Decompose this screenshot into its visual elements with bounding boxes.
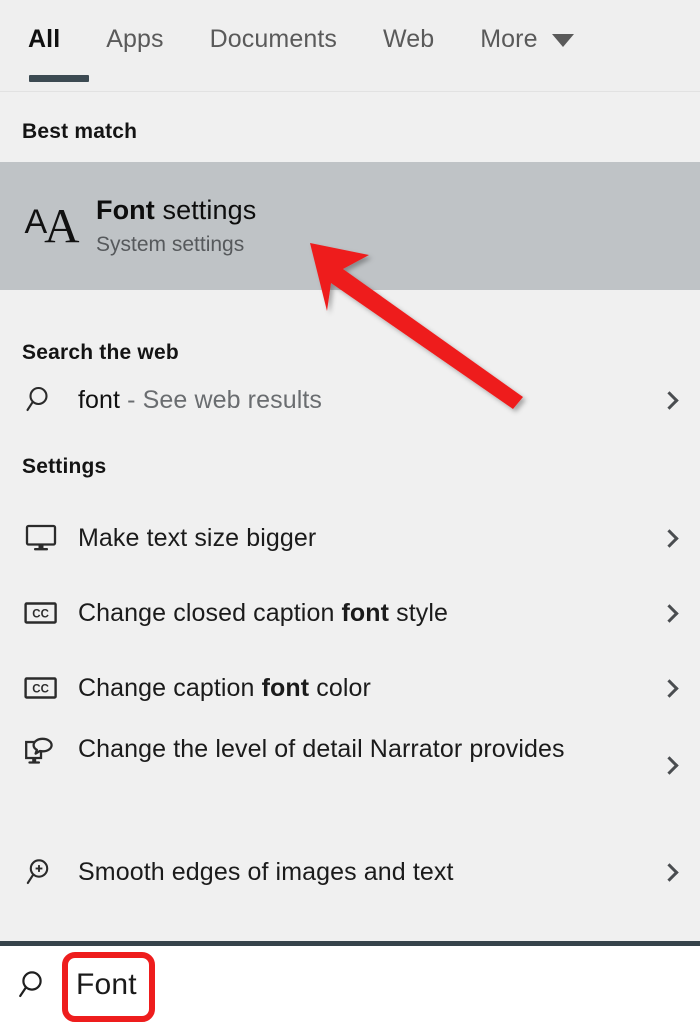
tab-apps[interactable]: Apps [106, 0, 163, 92]
settings-item-text-tail: style [389, 599, 449, 627]
settings-item-text: Change the level of detail Narrator prov… [78, 735, 565, 763]
web-result-row[interactable]: font - See web results [0, 370, 700, 430]
search-input[interactable]: Font [62, 968, 137, 1002]
settings-item-text-bold: font [261, 674, 310, 702]
chevron-down-icon [551, 34, 574, 47]
search-icon [0, 384, 78, 416]
tab-apps-label: Apps [106, 24, 164, 53]
closed-caption-icon: CC [0, 600, 78, 626]
settings-item-narrator-level-of-detail[interactable]: Change the level of detail Narrator prov… [0, 733, 700, 821]
chevron-right-icon[interactable] [638, 390, 700, 410]
tab-more-label: More [480, 24, 538, 53]
chevron-right-icon[interactable] [638, 862, 700, 882]
tab-all-label: All [28, 24, 61, 53]
closed-caption-icon: CC [0, 675, 78, 701]
best-match-title: Font settings [96, 195, 256, 226]
tab-documents[interactable]: Documents [210, 0, 337, 92]
svg-text:CC: CC [32, 608, 49, 620]
search-box[interactable]: Font [0, 941, 700, 1024]
web-result-suffix: - See web results [120, 386, 322, 414]
search-tabbar: All Apps Documents Web More [0, 0, 700, 92]
settings-item-text: Change caption [78, 674, 262, 702]
chevron-right-icon[interactable] [638, 603, 700, 623]
tab-documents-label: Documents [209, 24, 337, 53]
section-header-settings: Settings [22, 455, 107, 478]
font-aa-icon: AA [24, 197, 80, 253]
settings-item-smooth-edges-of-images-and-text[interactable]: Smooth edges of images and text [0, 842, 700, 902]
best-match-title-rest: settings [154, 195, 257, 225]
best-match-title-bold: Font [96, 195, 155, 225]
settings-item-change-caption-font-color[interactable]: CC Change caption font color [0, 658, 700, 718]
magnifier-plus-icon [0, 856, 78, 889]
best-match-subtitle: System settings [96, 233, 245, 256]
tab-more[interactable]: More [480, 0, 574, 92]
settings-item-label: Change closed caption font style [78, 597, 638, 629]
best-match-row[interactable]: AA Font settings System settings [0, 162, 700, 290]
settings-item-label: Change the level of detail Narrator prov… [78, 733, 638, 765]
settings-item-text-bold: font [341, 599, 390, 627]
settings-item-label: Make text size bigger [78, 522, 638, 554]
settings-item-label: Smooth edges of images and text [78, 856, 638, 888]
settings-item-text: Change closed caption [78, 599, 342, 627]
web-result-label: font - See web results [78, 384, 638, 416]
web-result-query: font [78, 386, 121, 414]
settings-item-text: Smooth edges of images and text [78, 858, 454, 886]
settings-item-change-closed-caption-font-style[interactable]: CC Change closed caption font style [0, 583, 700, 643]
tab-web[interactable]: Web [383, 0, 434, 92]
tab-active-indicator [29, 75, 89, 82]
search-icon [0, 968, 62, 1002]
settings-item-label: Change caption font color [78, 672, 638, 704]
svg-text:CC: CC [32, 683, 49, 695]
tab-web-label: Web [382, 24, 435, 53]
section-header-search-the-web: Search the web [22, 341, 179, 364]
settings-item-make-text-size-bigger[interactable]: Make text size bigger [0, 508, 700, 568]
narrator-icon [0, 733, 78, 771]
chevron-right-icon[interactable] [638, 528, 700, 548]
tab-all[interactable]: All [28, 0, 89, 92]
chevron-right-icon[interactable] [638, 678, 700, 698]
section-header-best-match: Best match [22, 120, 138, 143]
monitor-icon [0, 523, 78, 553]
chevron-right-icon[interactable] [638, 733, 700, 775]
settings-item-text: Make text size bigger [78, 524, 317, 552]
settings-item-text-tail: color [309, 674, 371, 702]
